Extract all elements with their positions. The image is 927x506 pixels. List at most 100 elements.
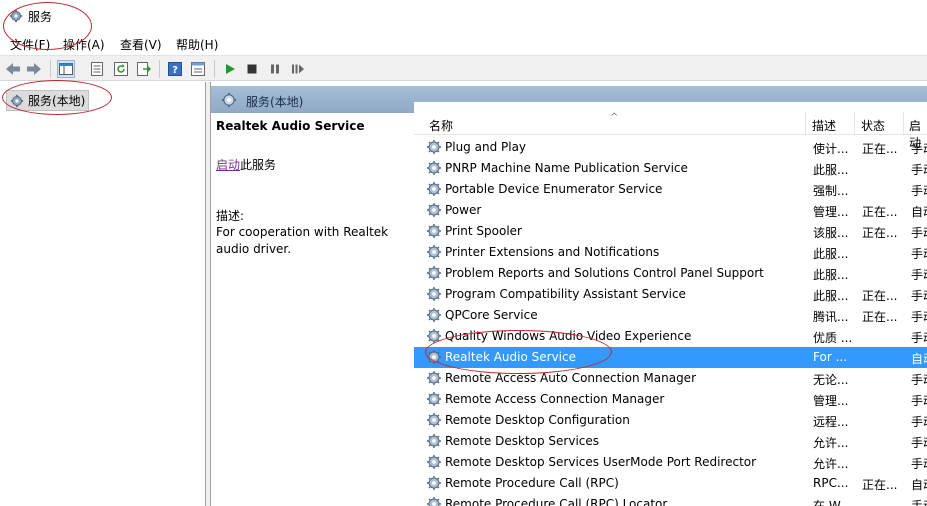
service-name: Program Compatibility Assistant Service: [445, 287, 686, 301]
menu-action[interactable]: 操作(A): [63, 36, 105, 53]
service-row[interactable]: Quality Windows Audio Video Experience 优质…: [414, 326, 927, 347]
service-row[interactable]: Remote Access Connection Manager 管理... 手动: [414, 389, 927, 410]
service-gear-icon: [426, 433, 442, 449]
service-row[interactable]: Remote Desktop Services 允许... 手动: [414, 431, 927, 452]
service-status: 正在...: [862, 226, 898, 240]
service-row[interactable]: PNRP Machine Name Publication Service 此服.…: [414, 158, 927, 179]
toolbar: ?: [0, 55, 927, 81]
service-startup-type: 自动: [911, 478, 927, 492]
column-header-description[interactable]: 描述: [812, 117, 836, 134]
service-name: Power: [445, 203, 482, 217]
service-row[interactable]: Remote Desktop Configuration 远程... 手动: [414, 410, 927, 431]
service-startup-type: 手动: [911, 247, 927, 261]
service-status: 正在...: [862, 310, 898, 324]
service-name: Remote Procedure Call (RPC): [445, 476, 619, 490]
service-gear-icon: [426, 160, 442, 176]
service-name: Remote Desktop Services: [445, 434, 600, 448]
services-rows: Plug and Play使计...正在...手动PNRP Machine Na…: [414, 137, 927, 506]
service-name: Portable Device Enumerator Service: [445, 182, 663, 196]
menu-view[interactable]: 查看(V): [120, 36, 162, 53]
stop-icon[interactable]: [243, 60, 261, 78]
pause-icon[interactable]: [266, 60, 284, 78]
forward-arrow-icon[interactable]: [25, 60, 43, 78]
service-details-pane: Realtek Audio Service 启动此服务 描述: For coop…: [211, 113, 414, 506]
service-gear-icon: [426, 223, 442, 239]
service-status: 正在...: [862, 142, 898, 156]
service-gear-icon: [426, 412, 442, 428]
service-name: Plug and Play: [445, 140, 527, 154]
export-list-icon[interactable]: [135, 60, 153, 78]
refresh-icon[interactable]: [112, 60, 130, 78]
service-status: 正在...: [862, 289, 898, 303]
column-header-name[interactable]: 名称: [429, 117, 453, 134]
column-header-row: ^ 名称 描述 状态 启动: [414, 112, 927, 150]
service-row[interactable]: QPCore Service 腾讯... 正在... 手动: [414, 305, 927, 326]
services-gear-icon: [9, 9, 23, 23]
properties-icon[interactable]: [88, 60, 106, 78]
console-tree-icon[interactable]: [57, 60, 75, 78]
service-gear-icon: [426, 202, 442, 218]
service-description-cell: 远程...: [813, 415, 849, 429]
service-row[interactable]: Remote Access Auto Connection Manager 无论.…: [414, 368, 927, 389]
tree-item-services-local[interactable]: 服务(本地): [6, 90, 90, 111]
service-row[interactable]: Print Spooler 该服... 正在... 手动: [414, 221, 927, 242]
service-startup-type: 手动: [911, 310, 927, 324]
service-row[interactable]: Power 管理... 正在... 自动: [414, 200, 927, 221]
service-gear-icon: [426, 307, 442, 323]
service-name: Remote Desktop Services UserMode Port Re…: [445, 455, 757, 469]
column-header-status[interactable]: 状态: [861, 117, 885, 134]
service-gear-icon: [426, 265, 442, 281]
play-icon[interactable]: [221, 60, 239, 78]
help-icon[interactable]: ?: [166, 60, 184, 78]
tree-item-label: 服务(本地): [28, 94, 86, 108]
service-description-cell: 允许...: [813, 457, 849, 471]
service-startup-type: 自动: [911, 205, 927, 219]
service-row[interactable]: Printer Extensions and Notifications 此服..…: [414, 242, 927, 263]
service-gear-icon: [426, 496, 442, 506]
service-gear-icon: [426, 349, 442, 365]
column-divider[interactable]: [903, 112, 904, 135]
service-description-cell: RPC...: [813, 476, 849, 490]
service-description-cell: 此服...: [813, 268, 849, 282]
menu-bar: 文件(F) 操作(A) 查看(V) 帮助(H): [0, 32, 927, 54]
service-startup-type: 自动: [911, 352, 927, 366]
menu-file[interactable]: 文件(F): [10, 36, 50, 53]
service-name: Printer Extensions and Notifications: [445, 245, 660, 259]
service-name: Remote Procedure Call (RPC) Locator: [445, 497, 668, 506]
services-gear-icon: [10, 94, 24, 107]
service-row[interactable]: Plug and Play 使计... 正在... 手动: [414, 137, 927, 158]
service-action: 启动此服务: [216, 156, 276, 173]
sort-ascending-icon: ^: [610, 112, 619, 123]
service-description-cell: 允许...: [813, 436, 849, 450]
service-row[interactable]: Program Compatibility Assistant Service 此…: [414, 284, 927, 305]
service-name: Remote Access Connection Manager: [445, 392, 665, 406]
pane-title: 服务(本地): [246, 95, 304, 109]
service-startup-type: 手动: [911, 163, 927, 177]
view-icon[interactable]: [189, 60, 207, 78]
menu-help[interactable]: 帮助(H): [176, 36, 218, 53]
resume-icon[interactable]: [289, 60, 307, 78]
service-row[interactable]: Portable Device Enumerator Service 强制... 手…: [414, 179, 927, 200]
column-divider[interactable]: [805, 112, 806, 135]
service-startup-type: 手动: [911, 499, 927, 506]
service-gear-icon: [426, 454, 442, 470]
column-divider[interactable]: [854, 112, 855, 135]
start-service-link[interactable]: 启动: [216, 158, 240, 172]
service-row[interactable]: Realtek Audio Service For ... 自动: [414, 347, 927, 368]
service-row[interactable]: Remote Procedure Call (RPC) RPC... 正在... 自动: [414, 473, 927, 494]
service-row[interactable]: Remote Desktop Services UserMode Port Re…: [414, 452, 927, 473]
back-arrow-icon[interactable]: [4, 60, 22, 78]
window-title: 服务: [28, 10, 53, 24]
selected-service-name: Realtek Audio Service: [216, 119, 365, 133]
service-startup-type: 手动: [911, 142, 927, 156]
service-name: Remote Access Auto Connection Manager: [445, 371, 696, 385]
service-row[interactable]: Remote Procedure Call (RPC) Locator 在 W..…: [414, 494, 927, 506]
service-gear-icon: [426, 244, 442, 260]
service-name: PNRP Machine Name Publication Service: [445, 161, 688, 175]
service-description-cell: 无论...: [813, 373, 849, 387]
svg-text:?: ?: [172, 65, 178, 76]
service-row[interactable]: Problem Reports and Solutions Control Pa…: [414, 263, 927, 284]
service-description-cell: 管理...: [813, 394, 849, 408]
service-name: Problem Reports and Solutions Control Pa…: [445, 266, 764, 280]
service-startup-type: 手动: [911, 394, 927, 408]
